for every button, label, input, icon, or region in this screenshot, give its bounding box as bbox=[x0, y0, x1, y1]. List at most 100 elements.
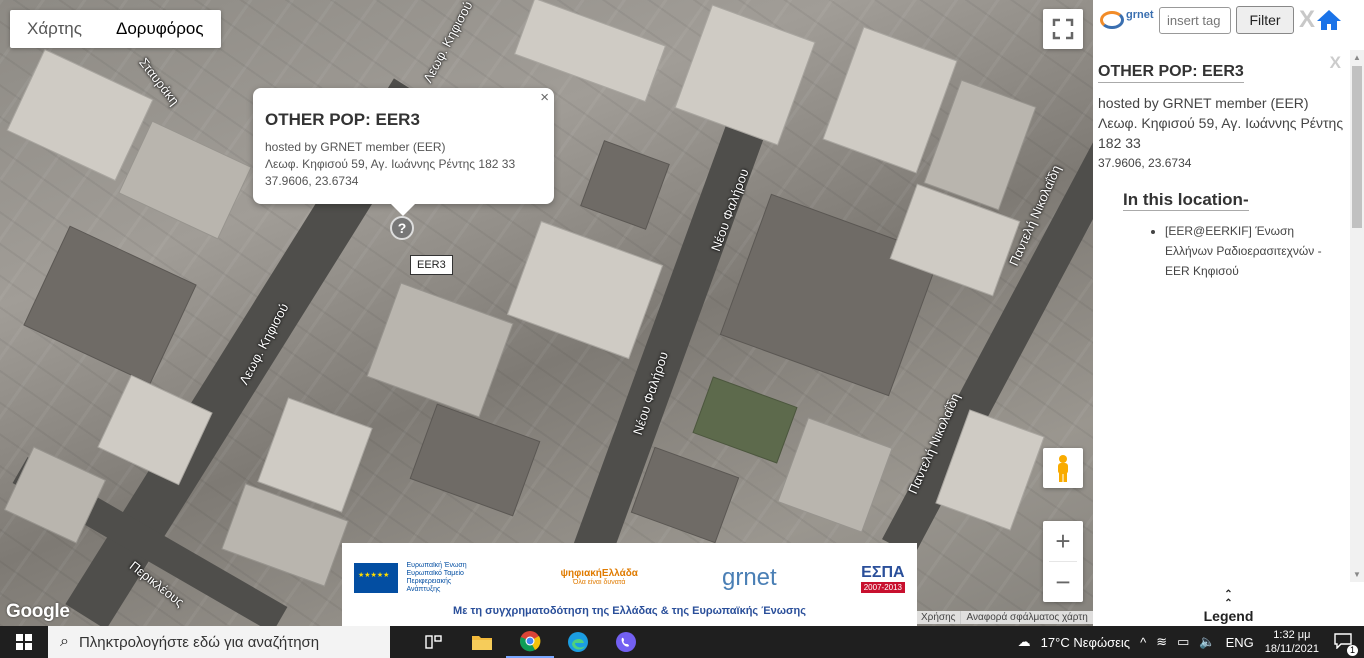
popup-hosted: hosted by GRNET member (EER) bbox=[265, 140, 446, 154]
location-list-item[interactable]: [EER@EERKIF] Ένωση Ελλήνων Ραδιοερασιτεχ… bbox=[1165, 221, 1345, 281]
map-type-control: Χάρτης Δορυφόρος bbox=[10, 10, 221, 48]
popup-title: OTHER POP: EER3 bbox=[265, 110, 420, 129]
panel-close-icon[interactable]: X bbox=[1330, 53, 1341, 73]
banner-caption: Με τη συγχρηματοδότηση της Ελλάδας & της… bbox=[453, 605, 806, 617]
psifiaki-subtitle: Όλα είναι δυνατά bbox=[572, 578, 626, 586]
google-logo: Google bbox=[6, 601, 70, 622]
weather-icon[interactable]: ☁ bbox=[1018, 634, 1031, 650]
edge-icon bbox=[568, 632, 588, 652]
road-label: Λεωφ. Κηφισού bbox=[420, 0, 476, 86]
location-list: [EER@EERKIF] Ένωση Ελλήνων Ραδιοερασιτεχ… bbox=[1148, 221, 1345, 281]
grnet-logo[interactable]: grnet bbox=[1096, 5, 1154, 35]
clock-date: 18/11/2021 bbox=[1264, 643, 1319, 655]
viber-button[interactable] bbox=[602, 626, 650, 658]
pegman-icon bbox=[1058, 455, 1068, 482]
pop-marker-icon[interactable]: ? bbox=[390, 216, 414, 240]
notification-count-badge: 1 bbox=[1347, 644, 1358, 656]
building bbox=[366, 282, 514, 418]
chrome-button[interactable] bbox=[506, 626, 554, 658]
popup-address: Λεωφ. Κηφισού 59, Αγ. Ιωάννης Ρέντης 182… bbox=[265, 157, 516, 171]
grnet-swirl-icon bbox=[1100, 11, 1124, 29]
task-view-button[interactable] bbox=[410, 626, 458, 658]
viber-icon bbox=[616, 632, 636, 652]
espa-years: 2007-2013 bbox=[860, 581, 905, 593]
building bbox=[3, 446, 107, 544]
panel-scrollbar[interactable]: ▲ ▼ bbox=[1350, 50, 1364, 582]
parking-lot bbox=[777, 417, 893, 533]
popup-close-icon[interactable]: × bbox=[540, 89, 549, 106]
legend-label: Legend bbox=[1203, 608, 1254, 624]
filter-button[interactable]: Filter bbox=[1236, 6, 1294, 34]
building bbox=[506, 220, 664, 360]
zoom-in-button[interactable]: + bbox=[1043, 521, 1083, 561]
chevron-up-icon[interactable]: ^ bbox=[1140, 635, 1146, 650]
system-tray: ☁ 17°C Νεφώσεις ^ ≋ ▭ 🔈 ENG 1:32 μμ 18/1… bbox=[1013, 626, 1364, 658]
language-indicator[interactable]: ENG bbox=[1226, 635, 1254, 650]
report-error-link[interactable]: Αναφορά σφάλματος χάρτη bbox=[960, 611, 1092, 624]
scroll-up-icon[interactable]: ▲ bbox=[1353, 53, 1361, 62]
vegetation bbox=[692, 376, 798, 464]
grnet-logo-text: grnet bbox=[1126, 9, 1154, 21]
wifi-icon[interactable]: ≋ bbox=[1156, 634, 1167, 650]
building bbox=[118, 120, 252, 240]
espa-title: ΕΣΠΑ bbox=[861, 563, 905, 581]
panel-address: Λεωφ. Κηφισού 59, Αγ. Ιωάννης Ρέντης 182… bbox=[1098, 115, 1344, 151]
building bbox=[23, 225, 197, 385]
building bbox=[630, 446, 740, 544]
edge-button[interactable] bbox=[554, 626, 602, 658]
eu-logo: Ευρωπαϊκή Ένωση Ευρωπαϊκό Ταμείο Περιφερ… bbox=[354, 562, 476, 594]
terms-link[interactable]: Χρήσης bbox=[915, 611, 960, 624]
file-explorer-icon bbox=[472, 636, 492, 650]
marker-label: EER3 bbox=[410, 255, 453, 275]
sidebar-header: grnet Filter X bbox=[1093, 0, 1364, 40]
search-icon: ⌕ bbox=[60, 633, 69, 650]
battery-icon[interactable]: ▭ bbox=[1177, 634, 1189, 650]
start-button[interactable] bbox=[0, 626, 48, 658]
eu-logo-text: Ευρωπαϊκή Ένωση Ευρωπαϊκό Ταμείο Περιφερ… bbox=[406, 562, 467, 593]
info-panel: X OTHER POP: EER3 hosted by GRNET member… bbox=[1093, 50, 1350, 582]
panel-title: OTHER POP: EER3 bbox=[1098, 63, 1244, 83]
building bbox=[6, 48, 154, 182]
map-type-satellite-button[interactable]: Δορυφόρος bbox=[98, 10, 221, 48]
chevron-up-icon: ⌃ ⌃ bbox=[1224, 589, 1233, 609]
scroll-down-icon[interactable]: ▼ bbox=[1353, 570, 1361, 579]
zoom-control: + − bbox=[1043, 521, 1083, 602]
eu-flag-icon bbox=[354, 563, 398, 593]
windows-logo-icon bbox=[16, 634, 32, 650]
panel-coordinates: 37.9606, 23.6734 bbox=[1098, 156, 1192, 170]
taskbar-search-placeholder: Πληκτρολογήστε εδώ για αναζήτηση bbox=[78, 633, 320, 651]
taskbar-search[interactable]: ⌕ Πληκτρολογήστε εδώ για αναζήτηση bbox=[48, 626, 390, 658]
popup-coordinates: 37.9606, 23.6734 bbox=[265, 174, 359, 188]
notifications-icon[interactable]: 1 bbox=[1334, 632, 1358, 656]
legend-toggle[interactable]: ⌃ ⌃ Legend bbox=[1093, 589, 1364, 625]
panel-hosted: hosted by GRNET member (EER) bbox=[1098, 95, 1309, 111]
building bbox=[580, 140, 670, 230]
map-type-map-button[interactable]: Χάρτης bbox=[10, 10, 99, 48]
weather-text[interactable]: 17°C Νεφώσεις bbox=[1041, 635, 1130, 650]
psifiaki-ellada-logo: ψηφιακήΕλλάδα Όλα είναι δυνατά bbox=[560, 567, 638, 587]
building bbox=[513, 0, 667, 103]
grnet-banner-logo: grnet bbox=[721, 564, 777, 591]
psifiaki-title: ψηφιακήΕλλάδα bbox=[560, 567, 638, 579]
building bbox=[674, 4, 816, 146]
tag-search-input[interactable] bbox=[1159, 6, 1231, 34]
satellite-map[interactable]: Σταυράκη Λεωφ. Κηφισού Νέου Φαλήρου Νέου… bbox=[0, 0, 1093, 626]
espa-logo: ΕΣΠΑ 2007-2013 bbox=[860, 563, 905, 593]
fullscreen-button[interactable] bbox=[1043, 9, 1083, 49]
clock[interactable]: 1:32 μμ 18/11/2021 bbox=[1265, 628, 1319, 656]
building bbox=[409, 403, 541, 517]
street-view-pegman-button[interactable] bbox=[1043, 448, 1083, 488]
windows-taskbar: ⌕ Πληκτρολογήστε εδώ για αναζήτηση ☁ 17°… bbox=[0, 626, 1364, 658]
volume-icon[interactable]: 🔈 bbox=[1199, 634, 1215, 650]
info-popup: OTHER POP: EER3 hosted by GRNET member (… bbox=[253, 88, 554, 216]
location-heading: In this location- bbox=[1123, 190, 1249, 211]
chrome-icon bbox=[520, 631, 541, 652]
scrollbar-thumb[interactable] bbox=[1352, 66, 1362, 228]
zoom-out-button[interactable]: − bbox=[1043, 562, 1083, 602]
home-icon[interactable] bbox=[1316, 9, 1342, 31]
funding-banner: Ευρωπαϊκή Ένωση Ευρωπαϊκό Ταμείο Περιφερ… bbox=[342, 543, 917, 626]
file-explorer-button[interactable] bbox=[458, 626, 506, 658]
task-view-icon bbox=[425, 635, 442, 649]
clear-filter-icon[interactable]: X bbox=[1299, 6, 1315, 34]
clock-time: 1:32 μμ bbox=[1273, 629, 1311, 641]
